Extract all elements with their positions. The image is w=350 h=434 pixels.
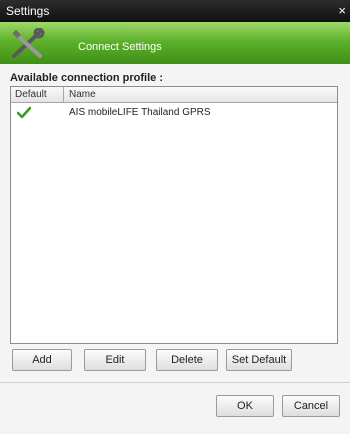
ok-button[interactable]: OK xyxy=(216,395,274,417)
settings-banner: Connect Settings xyxy=(0,22,350,64)
delete-button[interactable]: Delete xyxy=(156,349,218,371)
window-title: Settings xyxy=(6,4,50,18)
edit-button[interactable]: Edit xyxy=(84,349,146,371)
add-button[interactable]: Add xyxy=(12,349,72,371)
set-default-button[interactable]: Set Default xyxy=(226,349,292,371)
close-icon[interactable]: × xyxy=(338,3,346,18)
list-header: Default Name xyxy=(11,87,337,103)
profile-name: AIS mobileLIFE Thailand GPRS xyxy=(69,107,211,118)
cancel-button[interactable]: Cancel xyxy=(282,395,340,417)
banner-heading: Connect Settings xyxy=(78,41,162,53)
column-header-name[interactable]: Name xyxy=(69,89,96,100)
list-item[interactable]: AIS mobileLIFE Thailand GPRS xyxy=(11,105,337,121)
title-bar: Settings × xyxy=(0,0,350,22)
column-header-default[interactable]: Default xyxy=(15,89,47,100)
tools-icon xyxy=(12,28,45,58)
button-divider xyxy=(0,382,350,383)
column-divider[interactable] xyxy=(63,87,64,102)
profiles-list[interactable]: Default Name AIS mobileLIFE Thailand GPR… xyxy=(10,86,338,344)
checkmark-icon xyxy=(17,106,31,119)
profiles-label: Available connection profile : xyxy=(10,72,164,84)
